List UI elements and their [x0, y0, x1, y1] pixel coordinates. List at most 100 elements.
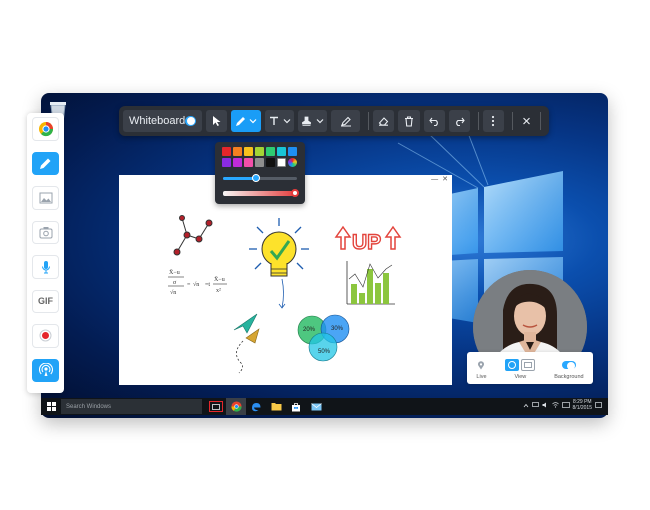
location-pin-icon	[478, 360, 485, 369]
eraser-icon	[379, 117, 389, 126]
stamp-tool-button[interactable]	[298, 110, 328, 132]
windows-taskbar: Search Windows 8:29 PM 8/1/2015	[41, 398, 608, 415]
microphone-button[interactable]	[32, 255, 59, 279]
color-swatch[interactable]	[233, 158, 242, 167]
start-button[interactable]	[41, 402, 61, 411]
cursor-icon	[212, 116, 221, 126]
color-swatch[interactable]	[244, 158, 253, 167]
image-button[interactable]	[32, 186, 59, 210]
live-broadcast-icon	[38, 363, 53, 377]
opacity-slider[interactable]	[223, 189, 299, 197]
taskbar-search-placeholder: Search Windows	[66, 403, 112, 410]
circle-view-icon[interactable]	[505, 359, 520, 371]
chevron-up-icon[interactable]	[523, 403, 529, 408]
wifi-icon[interactable]	[551, 402, 559, 408]
venn-label-3: 50%	[318, 349, 331, 355]
whiteboard-canvas[interactable]: — ✕ X̄−u σ √n = √n =t X̄−u x² UP 20% 30%…	[119, 175, 452, 385]
store-icon	[292, 402, 300, 411]
trash-icon	[404, 115, 413, 127]
notifications-icon[interactable]	[595, 401, 602, 409]
eraser-button[interactable]	[373, 110, 395, 132]
gif-button[interactable]: GIF	[32, 289, 59, 313]
color-swatch[interactable]	[244, 147, 253, 156]
taskbar-clock[interactable]: 8:29 PM 8/1/2015	[573, 399, 592, 411]
more-button[interactable]	[482, 110, 504, 132]
record-button[interactable]	[32, 324, 59, 348]
live-mode-option[interactable]: Live	[476, 359, 487, 380]
lightbulb-doodle	[249, 218, 309, 309]
highlighter-tool-button[interactable]	[331, 110, 361, 132]
cursor-button[interactable]	[206, 110, 228, 132]
image-icon	[39, 192, 52, 204]
screen-record-icon	[38, 121, 53, 136]
close-button[interactable]: ✕	[442, 175, 448, 183]
folder-icon	[271, 403, 281, 411]
pen-color-palette	[215, 142, 305, 204]
pen-icon	[236, 116, 246, 126]
color-swatch[interactable]	[277, 147, 286, 156]
keyboard-icon[interactable]	[561, 402, 570, 408]
chevron-down-icon	[316, 119, 324, 124]
toolbar-divider	[540, 112, 542, 130]
left-sidebar: GIF	[27, 113, 64, 393]
venn-label-2: 30%	[331, 326, 344, 332]
svg-text:=: =	[187, 282, 191, 288]
color-swatch[interactable]	[222, 147, 231, 156]
whiteboard-toggle-switch[interactable]	[185, 116, 196, 126]
taskbar-mail-app[interactable]	[306, 398, 326, 415]
taskbar-search-box[interactable]: Search Windows	[61, 399, 202, 414]
screen-record-button[interactable]	[32, 117, 59, 141]
pen-tool-button[interactable]	[231, 110, 262, 132]
record-icon	[39, 329, 52, 342]
windows-start-icon	[46, 402, 56, 411]
color-swatch[interactable]	[277, 158, 286, 167]
venn-label-1: 20%	[303, 327, 316, 333]
opacity-handle[interactable]	[291, 189, 299, 197]
color-swatch[interactable]	[266, 158, 275, 167]
toolbar-divider	[511, 112, 513, 130]
color-swatch[interactable]	[288, 158, 297, 167]
taskbar-edge-app[interactable]	[246, 398, 266, 415]
color-swatches	[222, 147, 298, 167]
view-mode-option[interactable]: View	[505, 359, 536, 380]
close-toolbar-button[interactable]: ×	[517, 110, 536, 132]
svg-text:√n: √n	[170, 289, 176, 296]
color-swatch[interactable]	[255, 147, 264, 156]
chevron-down-icon	[249, 119, 257, 124]
color-swatch[interactable]	[255, 158, 264, 167]
rectangle-view-icon[interactable]	[521, 359, 536, 371]
network-icon[interactable]	[531, 402, 539, 408]
pen-size-handle[interactable]	[252, 174, 261, 182]
svg-text:x²: x²	[216, 288, 221, 294]
taskbar-store-app[interactable]	[286, 398, 306, 415]
undo-button[interactable]	[423, 110, 445, 132]
color-swatch[interactable]	[266, 147, 275, 156]
color-swatch[interactable]	[222, 158, 231, 167]
toolbar-divider	[477, 112, 479, 130]
svg-text:=t: =t	[205, 282, 210, 288]
view-label: View	[514, 374, 527, 380]
background-option[interactable]: Background	[554, 359, 584, 380]
mail-icon	[310, 402, 322, 410]
live-broadcast-button[interactable]	[32, 358, 59, 382]
color-swatch[interactable]	[233, 147, 242, 156]
minimize-button[interactable]: —	[431, 176, 438, 183]
taskbar-recorder-app[interactable]	[206, 398, 226, 415]
stamp-icon	[302, 116, 312, 126]
screenshot-button[interactable]	[32, 220, 59, 244]
color-swatch[interactable]	[288, 147, 297, 156]
microphone-icon	[41, 260, 50, 274]
chrome-icon	[230, 401, 242, 412]
whiteboard-toggle-button[interactable]: Whiteboard	[123, 110, 202, 132]
background-toggle-switch[interactable]	[561, 361, 576, 370]
svg-text:σ: σ	[173, 280, 177, 286]
pen-size-fill	[223, 177, 257, 180]
clear-button[interactable]	[398, 110, 420, 132]
redo-button[interactable]	[448, 110, 470, 132]
taskbar-explorer-app[interactable]	[266, 398, 286, 415]
pen-size-slider[interactable]	[223, 174, 297, 182]
text-tool-button[interactable]	[265, 110, 295, 132]
volume-icon[interactable]	[542, 402, 549, 408]
taskbar-chrome-app[interactable]	[226, 398, 246, 415]
pen-button[interactable]	[32, 151, 59, 175]
